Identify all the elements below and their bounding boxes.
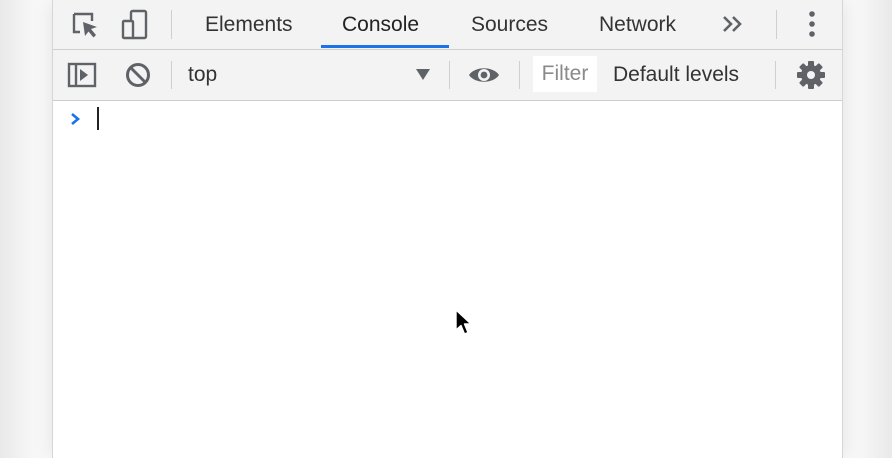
filter-input[interactable]: Filter <box>533 56 597 92</box>
tab-elements-label: Elements <box>205 12 293 36</box>
toolbar-separator-4 <box>775 61 776 89</box>
live-expression-eye-icon[interactable] <box>465 62 503 88</box>
tabbar-separator-right <box>776 10 777 39</box>
console-input-caret[interactable] <box>97 107 99 130</box>
tab-sources[interactable]: Sources <box>471 0 548 49</box>
tabbar-separator <box>171 10 172 39</box>
context-selector-value: top <box>188 63 218 86</box>
more-tabs-icon[interactable] <box>718 10 748 38</box>
prompt-chevron-icon <box>69 111 83 127</box>
log-levels-dropdown[interactable]: Default levels <box>613 50 755 100</box>
tab-sources-label: Sources <box>471 12 549 36</box>
tab-elements[interactable]: Elements <box>205 0 293 49</box>
device-toolbar-icon[interactable] <box>117 8 153 42</box>
toolbar-separator-3 <box>519 61 520 89</box>
show-console-sidebar-icon[interactable] <box>65 59 99 91</box>
tab-network[interactable]: Network <box>599 0 676 49</box>
devtools-tab-bar: Elements Console Sources Network <box>53 0 842 50</box>
mouse-cursor-icon <box>454 309 474 342</box>
active-tab-indicator <box>321 45 449 48</box>
context-selector[interactable]: top <box>188 50 217 100</box>
inspect-element-icon[interactable] <box>67 9 103 41</box>
toolbar-separator-2 <box>449 61 450 89</box>
devtools-panel: Elements Console Sources Network top Fil… <box>52 0 843 458</box>
clear-console-icon[interactable] <box>121 59 155 91</box>
kebab-menu-icon[interactable] <box>799 8 825 40</box>
console-output-area[interactable] <box>53 101 842 458</box>
tab-console[interactable]: Console <box>342 0 419 49</box>
tab-console-label: Console <box>342 12 420 36</box>
dropdown-arrow-icon[interactable] <box>413 64 433 84</box>
gear-icon[interactable] <box>795 59 827 91</box>
toolbar-separator-1 <box>171 61 172 89</box>
tab-network-label: Network <box>599 12 677 36</box>
log-levels-label: Default levels <box>613 63 740 86</box>
filter-placeholder: Filter <box>541 62 589 85</box>
